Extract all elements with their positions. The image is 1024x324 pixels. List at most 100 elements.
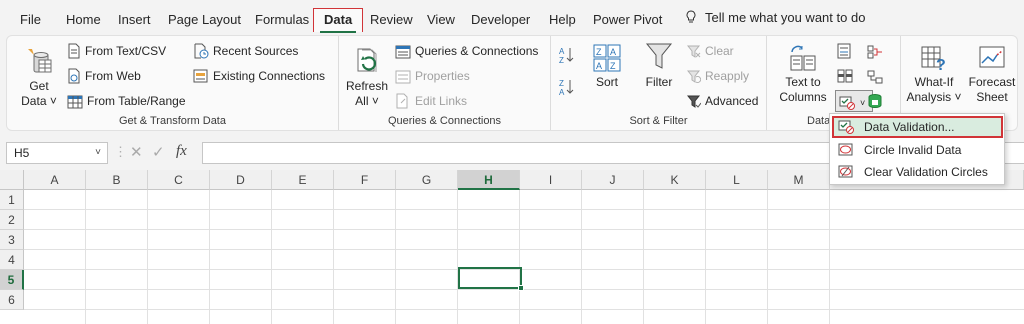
flash-fill-button[interactable] bbox=[837, 40, 855, 62]
column-header-a[interactable]: A bbox=[24, 170, 86, 190]
recent-sources-button[interactable]: Recent Sources bbox=[193, 40, 298, 62]
edit-links-button[interactable]: Edit Links bbox=[395, 90, 467, 112]
from-text-csv-button[interactable]: From Text/CSV bbox=[67, 40, 166, 62]
consolidate-icon bbox=[867, 45, 882, 59]
existing-connections-button[interactable]: Existing Connections bbox=[193, 65, 325, 87]
clear-filter-icon bbox=[687, 45, 701, 58]
tab-developer[interactable]: Developer bbox=[471, 10, 530, 30]
text-to-columns-icon bbox=[790, 45, 816, 71]
sort-a-to-z-button[interactable]: AZ bbox=[559, 46, 579, 64]
chevron-down-icon[interactable]: ˅ bbox=[95, 143, 101, 163]
row-header-1[interactable]: 1 bbox=[0, 190, 24, 210]
column-header-m[interactable]: M bbox=[768, 170, 830, 190]
gridline-vertical bbox=[271, 190, 272, 324]
refresh-all-label-1: Refresh bbox=[345, 79, 389, 93]
manage-data-model-button[interactable] bbox=[867, 90, 887, 112]
refresh-all-button[interactable]: Refresh All ˅ bbox=[345, 46, 389, 109]
tab-file[interactable]: File bbox=[20, 10, 41, 30]
column-header-d[interactable]: D bbox=[210, 170, 272, 190]
gridline-vertical bbox=[457, 190, 458, 324]
sort-z-to-a-button[interactable]: ZA bbox=[559, 78, 579, 96]
column-header-i[interactable]: I bbox=[520, 170, 582, 190]
menu-item-circle-invalid-label: Circle Invalid Data bbox=[864, 143, 962, 157]
reapply-button[interactable]: Reapply bbox=[687, 65, 749, 87]
group-sort-filter: AZ ZA ZAAZ Sort Filter Clear Reapply Adv… bbox=[551, 36, 767, 130]
table-icon bbox=[67, 95, 83, 109]
filter-button[interactable]: Filter bbox=[639, 42, 679, 90]
database-icon bbox=[28, 49, 52, 73]
from-web-button[interactable]: From Web bbox=[67, 65, 141, 87]
column-header-b[interactable]: B bbox=[86, 170, 148, 190]
fill-handle[interactable] bbox=[518, 285, 524, 291]
remove-duplicates-button[interactable] bbox=[837, 65, 857, 87]
tab-review[interactable]: Review bbox=[370, 10, 413, 30]
column-header-l[interactable]: L bbox=[706, 170, 768, 190]
tab-data[interactable]: Data bbox=[313, 8, 364, 33]
properties-icon bbox=[395, 70, 411, 84]
tell-me-search[interactable]: Tell me what you want to do bbox=[685, 10, 865, 25]
gridline-horizontal bbox=[24, 249, 1024, 250]
row-header-2[interactable]: 2 bbox=[0, 210, 24, 230]
relationships-button[interactable] bbox=[867, 65, 887, 87]
sort-button[interactable]: ZAAZ Sort bbox=[587, 44, 627, 90]
select-all-corner[interactable] bbox=[0, 170, 24, 190]
forecast-label-2: Sheet bbox=[976, 90, 1008, 104]
cancel-icon[interactable]: ✕ bbox=[130, 143, 143, 161]
get-data-button[interactable]: Get Data ˅ bbox=[17, 46, 61, 109]
tab-formulas[interactable]: Formulas bbox=[255, 10, 309, 30]
insert-function-button[interactable]: fx bbox=[176, 143, 187, 160]
column-header-f[interactable]: F bbox=[334, 170, 396, 190]
more-options-icon: ⋮ bbox=[114, 144, 127, 159]
forecast-sheet-button[interactable]: Forecast Sheet bbox=[967, 44, 1017, 105]
tab-insert[interactable]: Insert bbox=[118, 10, 151, 30]
advanced-filter-button[interactable]: Advanced bbox=[687, 90, 758, 112]
tab-page-layout[interactable]: Page Layout bbox=[168, 10, 241, 30]
column-header-j[interactable]: J bbox=[582, 170, 644, 190]
column-header-k[interactable]: K bbox=[644, 170, 706, 190]
get-data-label-2: Data ˅ bbox=[21, 94, 57, 108]
group-queries-connections: Refresh All ˅ Queries & Connections Prop… bbox=[339, 36, 551, 130]
from-table-range-button[interactable]: From Table/Range bbox=[67, 90, 186, 112]
menu-item-data-validation[interactable]: Data Validation... bbox=[832, 116, 1003, 138]
tab-power-pivot[interactable]: Power Pivot bbox=[593, 10, 662, 30]
enter-check-icon[interactable]: ✓ bbox=[152, 143, 165, 161]
row-header-4[interactable]: 4 bbox=[0, 250, 24, 270]
name-box[interactable]: H5 ˅ bbox=[6, 142, 108, 164]
consolidate-button[interactable] bbox=[867, 40, 887, 62]
properties-button[interactable]: Properties bbox=[395, 65, 470, 87]
clear-filter-button[interactable]: Clear bbox=[687, 40, 734, 62]
relationships-icon bbox=[867, 70, 883, 84]
existing-connections-icon bbox=[193, 69, 208, 83]
queries-connections-button[interactable]: Queries & Connections bbox=[395, 40, 538, 62]
gridline-vertical bbox=[147, 190, 148, 324]
queries-connections-label: Queries & Connections bbox=[415, 44, 539, 58]
menu-item-clear-validation-circles[interactable]: Clear Validation Circles bbox=[832, 161, 1003, 183]
tab-help[interactable]: Help bbox=[549, 10, 576, 30]
formula-controls: ⋮ ✕ ✓ fx bbox=[112, 142, 200, 164]
data-validation-menu: Data Validation... Circle Invalid Data C… bbox=[829, 113, 1005, 185]
row-header-3[interactable]: 3 bbox=[0, 230, 24, 250]
clear-circles-icon bbox=[838, 165, 853, 178]
chevron-down-icon: ˅ bbox=[860, 98, 866, 108]
column-header-h[interactable]: H bbox=[458, 170, 520, 190]
tab-home[interactable]: Home bbox=[66, 10, 101, 30]
tab-view[interactable]: View bbox=[427, 10, 455, 30]
text-to-columns-button[interactable]: Text to Columns bbox=[775, 44, 831, 105]
what-if-label-2: Analysis ˅ bbox=[906, 90, 962, 104]
column-header-c[interactable]: C bbox=[148, 170, 210, 190]
gridline-horizontal bbox=[24, 269, 1024, 270]
sort-label: Sort bbox=[595, 75, 618, 89]
svg-text:Z: Z bbox=[596, 47, 602, 57]
recent-sources-label: Recent Sources bbox=[213, 44, 299, 58]
clear-label: Clear bbox=[705, 44, 734, 58]
menu-item-circle-invalid-data[interactable]: Circle Invalid Data bbox=[832, 139, 1003, 161]
row-header-5[interactable]: 5 bbox=[0, 270, 24, 290]
active-cell-h5[interactable] bbox=[458, 267, 522, 289]
column-header-e[interactable]: E bbox=[272, 170, 334, 190]
column-header-g[interactable]: G bbox=[396, 170, 458, 190]
gridline-horizontal bbox=[24, 289, 1024, 290]
svg-text:Z: Z bbox=[559, 79, 564, 88]
what-if-analysis-button[interactable]: ? What-If Analysis ˅ bbox=[905, 44, 963, 105]
refresh-icon bbox=[357, 48, 377, 72]
row-header-6[interactable]: 6 bbox=[0, 290, 24, 310]
